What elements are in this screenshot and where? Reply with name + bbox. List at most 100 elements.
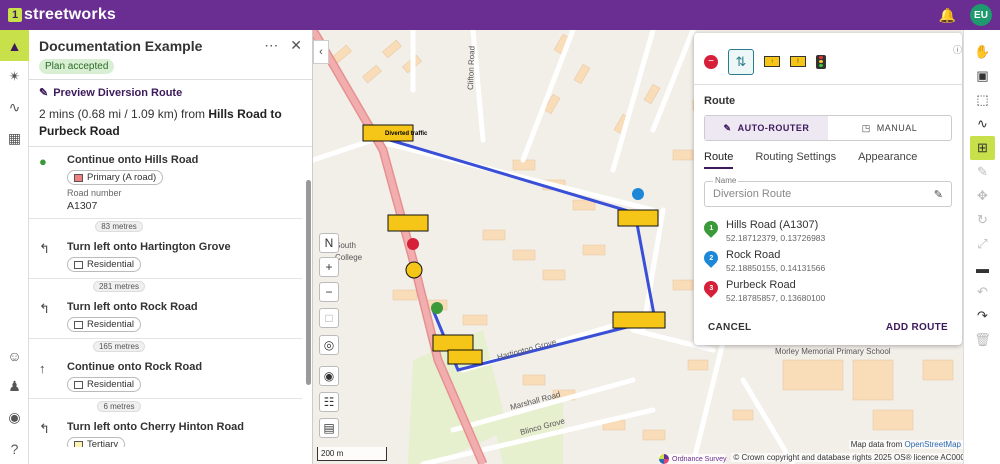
step-distance: 281 metres <box>69 279 169 294</box>
layers-icon[interactable]: ☷ <box>319 392 339 412</box>
close-icon[interactable]: ✕ <box>290 37 302 54</box>
route-name-value[interactable]: Diversion Route <box>713 188 791 200</box>
direction-step[interactable]: ↰ Turn left onto Rock Road Residential <box>29 294 302 339</box>
straight-icon: ↑ <box>39 361 46 376</box>
waypoint-name: Rock Road <box>726 249 781 261</box>
step-distance: 6 metres <box>69 399 169 414</box>
more-options-icon[interactable]: ⋯ <box>264 37 278 54</box>
tab-appearance[interactable]: Appearance <box>858 151 917 169</box>
step-distance: 165 metres <box>69 339 169 354</box>
nodes-icon: ◳ <box>861 122 871 133</box>
pan-hand-icon[interactable]: ✋ <box>964 40 1000 64</box>
add-feature-icon[interactable]: ⊞ <box>970 136 995 160</box>
manual-button[interactable]: ◳ MANUAL <box>828 116 951 140</box>
step-title: Turn left onto Hartington Grove <box>67 241 231 253</box>
measure-ruler-icon[interactable]: ▬ <box>964 256 1000 280</box>
edit-pencil-icon[interactable]: ✎ <box>934 188 943 201</box>
waypoint-pin-icon: 2 <box>701 248 721 268</box>
turn-left-icon: ↰ <box>39 421 50 436</box>
map-label-clifton: Clifton Road <box>466 46 477 90</box>
map-pin-icon[interactable]: ◉ <box>319 366 339 386</box>
panel-header: Documentation Example ⋯ ✕ Plan accepted <box>29 30 312 80</box>
map-scale: 200 m <box>317 447 387 461</box>
road-class-swatch <box>74 320 83 329</box>
nav-plans-icon[interactable]: ▲ <box>0 30 29 61</box>
direction-step[interactable]: ↑ Continue onto Rock Road Residential <box>29 354 302 399</box>
route-name-field[interactable]: Name Diversion Route ✎ <box>704 176 952 207</box>
draw-line-icon[interactable]: ∿ <box>964 112 1000 136</box>
waypoint-item[interactable]: 1 Hills Road (A1307) 52.18712379, 0.13726… <box>701 218 952 243</box>
locate-me-icon[interactable]: ◎ <box>319 335 339 355</box>
waypoint-pin-icon: 3 <box>701 278 721 298</box>
logo-mark: 1 <box>8 8 22 22</box>
direction-step[interactable]: ● Continue onto Hills Road Primary (A ro… <box>29 147 302 219</box>
box-select-icon[interactable]: ⬚ <box>964 88 1000 112</box>
direction-step[interactable]: ↰ Turn left onto Cherry Hinton Road Tert… <box>29 414 302 447</box>
left-nav-rail: ▲ ✴ ∿ ▦ ☺ ♟ ◉ ? <box>0 30 29 464</box>
rotate-icon[interactable]: ↻ <box>964 208 1000 232</box>
waypoint-number: 2 <box>709 254 713 262</box>
attribution-osm-link[interactable]: OpenStreetMap <box>905 440 961 449</box>
tab-route[interactable]: Route <box>704 151 734 169</box>
panel-scrollbar[interactable] <box>306 180 311 385</box>
road-class-label: Residential <box>87 379 134 390</box>
nav-account-icon[interactable]: ☺ <box>0 340 29 371</box>
waypoint-coordinates: 52.18785857, 0.13680100 <box>726 293 826 303</box>
cancel-button[interactable]: CANCEL <box>708 322 751 333</box>
traffic-light-icon[interactable] <box>816 54 826 69</box>
no-entry-icon[interactable]: − <box>704 54 718 69</box>
map-attribution: Map data from OpenStreetMap <box>848 440 963 449</box>
route-tabs: Route Routing Settings Appearance <box>694 151 962 169</box>
auto-router-button[interactable]: ✎ AUTO-ROUTER <box>705 116 828 140</box>
directions-list: ● Continue onto Hills Road Primary (A ro… <box>29 147 312 447</box>
waypoint-item[interactable]: 3 Purbeck Road 52.18785857, 0.13680100 <box>701 278 952 303</box>
edit-icon[interactable]: ✎ <box>964 160 1000 184</box>
redo-icon[interactable]: ↷ <box>964 304 1000 328</box>
diversion-route-tool-icon[interactable]: ⇅ <box>728 48 754 75</box>
road-class-swatch <box>74 440 83 447</box>
map-style-icon[interactable]: ▤ <box>319 418 339 438</box>
route-section-title: Route <box>704 95 736 107</box>
undo-icon[interactable]: ↶ <box>964 280 1000 304</box>
waypoint-list: 1 Hills Road (A1307) 52.18712379, 0.13726… <box>701 218 952 303</box>
waypoint-item[interactable]: 2 Rock Road 52.18850155, 0.14131566 <box>701 248 952 273</box>
fit-bounds-icon[interactable]: □ <box>319 308 339 328</box>
top-bar: 1 streetworks 🔔 EU <box>0 0 1000 30</box>
road-class-label: Tertiary <box>87 439 119 447</box>
nav-buildings-icon[interactable]: ▦ <box>0 123 29 154</box>
diversion-sign-icon[interactable]: ↑ <box>764 56 780 67</box>
collapse-panel-icon[interactable]: ‹ <box>313 40 329 64</box>
notifications-bell-icon[interactable]: 🔔 <box>939 7 956 24</box>
nav-support-icon[interactable]: ◉ <box>0 402 29 433</box>
preview-diversion-link[interactable]: ✎ Preview Diversion Route <box>39 86 302 100</box>
tab-routing-settings[interactable]: Routing Settings <box>755 151 836 169</box>
delete-icon[interactable]: 🗑 <box>964 328 1000 352</box>
add-route-button[interactable]: ADD ROUTE <box>886 322 948 333</box>
move-icon[interactable]: ✥ <box>964 184 1000 208</box>
road-class-chip: Residential <box>67 317 141 332</box>
user-avatar[interactable]: EU <box>970 4 992 26</box>
turn-left-icon: ↰ <box>39 241 50 256</box>
nav-users-icon[interactable]: ♟ <box>0 371 29 402</box>
north-arrow-icon[interactable]: N <box>319 233 339 253</box>
select-icon[interactable]: ▣ <box>964 64 1000 88</box>
app-logo[interactable]: 1 streetworks <box>8 6 116 24</box>
caution-sign-icon[interactable]: ! <box>790 56 806 67</box>
resize-icon[interactable]: ⤢ <box>964 232 1000 256</box>
wand-icon: ✎ <box>723 122 732 133</box>
zoom-out-button[interactable]: − <box>319 282 339 302</box>
nav-network-icon[interactable]: ✴ <box>0 61 29 92</box>
pin-start-icon: ● <box>39 154 47 169</box>
info-icon[interactable]: ⓘ <box>953 43 962 56</box>
waypoint-pin-icon: 1 <box>701 218 721 238</box>
step-distance: 83 metres <box>69 219 169 234</box>
direction-step[interactable]: ↰ Turn left onto Hartington Grove Reside… <box>29 234 302 279</box>
map-tools-rail: ✋ ▣ ⬚ ∿ ⊞ ✎ ✥ ↻ ⤢ ▬ ↶ ↷ 🗑 <box>963 30 1000 464</box>
nav-help-icon[interactable]: ? <box>0 433 29 464</box>
status-badge: Plan accepted <box>39 59 115 74</box>
zoom-in-button[interactable]: + <box>319 257 339 277</box>
nav-analytics-icon[interactable]: ∿ <box>0 92 29 123</box>
waypoint-number: 3 <box>709 284 713 292</box>
route-summary-prefix: 2 mins (0.68 mi / 1.09 km) from <box>39 107 209 121</box>
waypoint-name: Hills Road (A1307) <box>726 219 819 231</box>
